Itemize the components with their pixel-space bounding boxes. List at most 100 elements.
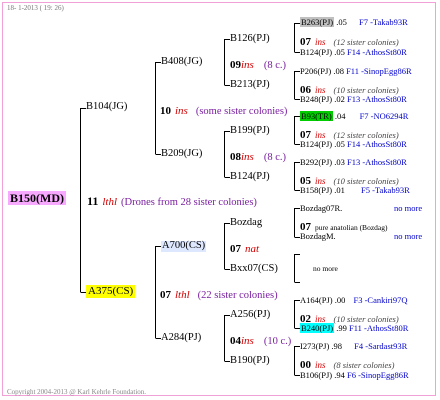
b126-mid-ins: ins (315, 37, 326, 47)
b292-name[interactable]: B292(PJ) (300, 157, 332, 167)
mother-row: 07 lthl (22 sister colonies) (160, 286, 278, 302)
root-generation-row: 11 lthl (Drones from 28 sister colonies) (87, 193, 257, 209)
b190-mid-ins: ins (315, 360, 326, 370)
b126-mid-note: (12 sister colonies) (333, 37, 399, 47)
bozdagm-name[interactable]: BozdagM (300, 231, 334, 241)
b408-row: 09ins (8 c.) (230, 56, 286, 72)
mother-note: (22 sister colonies) (197, 290, 278, 301)
father-queen[interactable]: B104(JG) (86, 101, 127, 113)
b248-link[interactable]: F13 -AthosSt80R (347, 94, 407, 104)
b93-row: B93(TR) .04 F7 -NO6294R (300, 111, 409, 121)
a700-row: 07 nat (230, 240, 259, 256)
i273-link[interactable]: F4 -Sardast93R (354, 341, 407, 351)
b106-name[interactable]: B106(PJ) (300, 370, 332, 380)
p206-name[interactable]: P206(PJ) (300, 66, 331, 76)
a700-queen[interactable]: A700(CS) (161, 240, 207, 252)
b240-name[interactable]: B240(PJ) (300, 323, 335, 333)
b126-queen[interactable]: B126(PJ) (230, 33, 270, 45)
b106-row: B106(PJ) .94 F6 -SinopEgg86R (300, 371, 409, 380)
father-ins: ins (175, 105, 188, 117)
b158-row: B158(PJ) .01 F5 -Takab93R (300, 186, 410, 195)
b199-queen[interactable]: B199(PJ) (230, 125, 270, 137)
b209-ins: ins (241, 151, 254, 163)
b263-row: B263(PJ) .05 F7 -Takab93R (300, 17, 408, 27)
root-number: 11 (87, 194, 99, 208)
b158-val: .01 (334, 185, 345, 195)
pedigree-chart: 18- 1-2013 ( 19: 26) Copyright 2004-2013… (0, 0, 440, 400)
p206-val: .08 (333, 66, 344, 76)
mother-ins: lthl (175, 289, 190, 301)
bozdag07r-row: Bozdag07R. (300, 204, 342, 213)
b248-row: B248(PJ) .02 F13 -AthosSt80R (300, 95, 407, 104)
a284-number: 04 (230, 335, 241, 347)
a700-ins: nat (245, 243, 260, 255)
a164-val: .00 (334, 295, 346, 305)
b408-number: 09 (230, 59, 241, 71)
copyright: Copyright 2004-2013 @ Karl Kehrle Founda… (7, 388, 147, 396)
bozdag-queen[interactable]: Bozdag (230, 217, 262, 229)
a700-number: 07 (230, 243, 241, 255)
b209-number: 08 (230, 151, 241, 163)
b93-link[interactable]: F7 -NO6294R (360, 111, 409, 121)
bozdagm-val: . (333, 231, 336, 241)
b124a-name[interactable]: B124(PJ) (300, 47, 332, 57)
b248-val: .02 (334, 94, 345, 104)
root-note: (Drones from 28 sister colonies) (121, 197, 257, 208)
b263-name[interactable]: B263(PJ) (300, 17, 335, 27)
root-queen[interactable]: B150(MD) (8, 191, 66, 205)
bozdag07r-val: . (340, 203, 343, 213)
father-note: (some sister colonies) (195, 106, 288, 117)
a284-note: (10 c.) (263, 336, 292, 347)
a164-name[interactable]: A164(PJ) (300, 295, 333, 305)
bozdagm-link[interactable]: no more (394, 232, 422, 241)
b240-row: B240(PJ) .99 F11 -AthosSt80R (300, 323, 408, 333)
b93-val: .04 (334, 111, 346, 121)
b263-val: .05 (336, 17, 347, 27)
a256-queen[interactable]: A256(PJ) (230, 309, 270, 321)
mother-number: 07 (160, 289, 171, 301)
bozdagm-row: BozdagM. (300, 232, 336, 241)
bxx07-queen[interactable]: Bxx07(CS) (230, 263, 278, 275)
bozdag07r-name[interactable]: Bozdag07R (300, 203, 340, 213)
mother-queen[interactable]: A375(CS) (86, 285, 136, 298)
b124b-val: .05 (334, 139, 345, 149)
b408-queen[interactable]: B408(JG) (161, 56, 202, 68)
b213-queen[interactable]: B213(PJ) (230, 79, 270, 91)
b106-link[interactable]: F6 -SinopEgg86R (347, 370, 409, 380)
i273-row: I273(PJ) .98 F4 -Sardast93R (300, 342, 407, 351)
b124b-link[interactable]: F14 -AthosSt80R (347, 139, 407, 149)
b93-name[interactable]: B93(TR) (300, 111, 333, 121)
b292-link[interactable]: F13 -AthosSt80R (347, 157, 407, 167)
timestamp: 18- 1-2013 ( 19: 26) (7, 4, 64, 12)
i273-name[interactable]: I273(PJ) (300, 341, 329, 351)
b209-row: 08ins (8 c.) (230, 148, 286, 164)
b408-note: (8 c.) (263, 60, 286, 71)
b263-link[interactable]: F7 -Takab93R (359, 17, 408, 27)
b124a-val: .05 (334, 47, 345, 57)
father-row: 10 ins (some sister colonies) (160, 102, 287, 118)
b124a-row: B124(PJ) .05 F14 -AthosSt80R (300, 48, 407, 57)
b292-row: B292(PJ) .03 F13 -AthosSt80R (300, 158, 407, 167)
b158-link[interactable]: F5 -Takab93R (361, 185, 410, 195)
father-number: 10 (160, 105, 171, 117)
bxx07-note: no more (313, 264, 338, 273)
b158-name[interactable]: B158(PJ) (300, 185, 332, 195)
b209-note: (8 c.) (263, 152, 286, 163)
a284-row: 04ins (10 c.) (230, 332, 291, 348)
b248-name[interactable]: B248(PJ) (300, 94, 332, 104)
b124a-link[interactable]: F14 -AthosSt80R (347, 47, 407, 57)
b124-queen[interactable]: B124(PJ) (230, 171, 270, 183)
a284-queen[interactable]: A284(PJ) (161, 332, 201, 344)
b408-ins: ins (241, 59, 254, 71)
b190-mid-note: (8 sister colonies) (333, 360, 395, 370)
p206-link[interactable]: F11 -SinopEgg86R (346, 66, 412, 76)
a164-link[interactable]: F3 -Cankiri97Q (353, 295, 407, 305)
b209-queen[interactable]: B209(JG) (161, 148, 202, 160)
b106-val: .94 (334, 370, 345, 380)
b190-queen[interactable]: B190(PJ) (230, 355, 270, 367)
root-ins: lthl (102, 196, 118, 208)
b240-link[interactable]: F11 -AthosSt80R (349, 323, 408, 333)
b124b-name[interactable]: B124(PJ) (300, 139, 332, 149)
bozdag07r-link[interactable]: no more (394, 204, 422, 213)
b292-val: .03 (334, 157, 345, 167)
